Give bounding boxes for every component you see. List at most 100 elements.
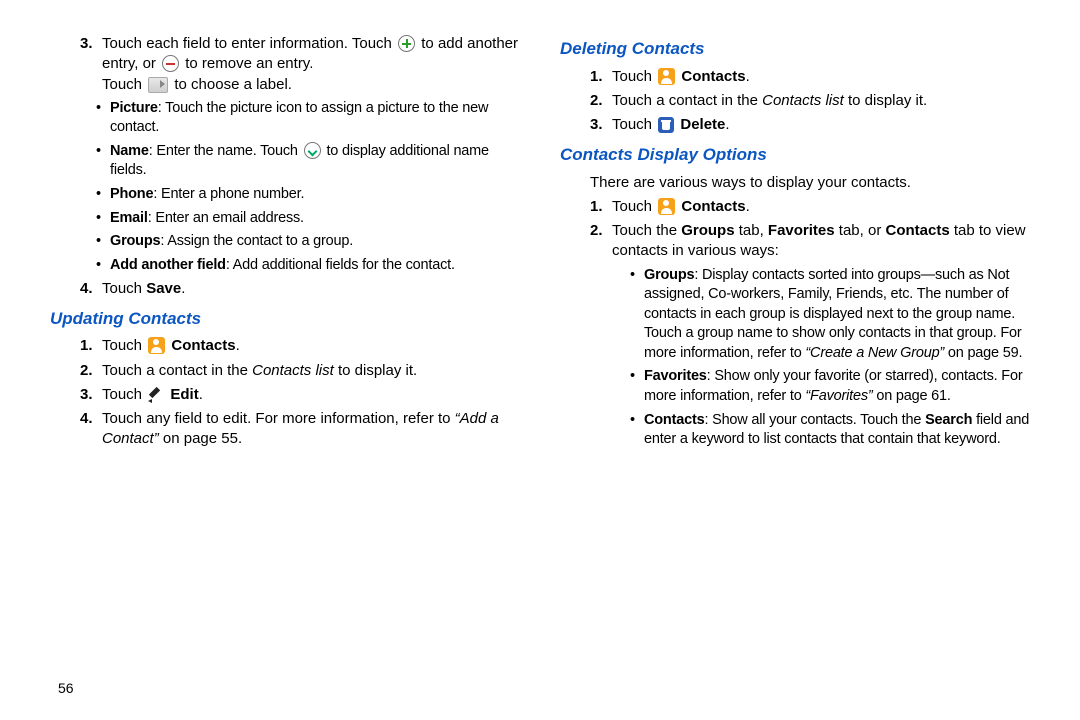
label: Contacts	[885, 222, 949, 239]
text: Touch	[102, 280, 146, 297]
bullet-name: •Name: Enter the name. Touch to display …	[96, 142, 520, 181]
text: Touch	[102, 337, 146, 354]
step-3: 3. Touch each field to enter information…	[80, 34, 520, 95]
bullet-phone: •Phone: Enter a phone number.	[96, 185, 520, 205]
intro-text: There are various ways to display your c…	[590, 173, 1030, 193]
text: to remove an entry.	[185, 55, 313, 72]
text: Touch the	[612, 222, 681, 239]
disp-step-1: 1. Touch Contacts.	[590, 197, 1030, 217]
step-num: 1.	[590, 197, 612, 217]
bullet-email: •Email: Enter an email address.	[96, 209, 520, 229]
label: Contacts	[171, 337, 235, 354]
bullet-groups: •Groups: Assign the contact to a group.	[96, 232, 520, 252]
label: Groups	[681, 222, 734, 239]
ref: “Favorites”	[805, 388, 872, 404]
step-num: 3.	[590, 115, 612, 135]
label: Picture	[110, 100, 158, 116]
text: Touch each field to enter information. T…	[102, 35, 396, 52]
delete-step-2: 2. Touch a contact in the Contacts list …	[590, 91, 1030, 111]
plus-icon	[398, 35, 415, 52]
text: .	[725, 116, 729, 133]
step-num: 3.	[80, 385, 102, 405]
step-body: Touch a contact in the Contacts list to …	[612, 91, 1030, 111]
step-num: 1.	[590, 67, 612, 87]
heading-deleting-contacts: Deleting Contacts	[560, 38, 1030, 61]
step-body: Touch Contacts.	[612, 197, 1030, 217]
label: Email	[110, 210, 148, 226]
text: .	[181, 280, 185, 297]
text: Touch	[612, 198, 656, 215]
bullet-add-field: •Add another field: Add additional field…	[96, 256, 520, 276]
contacts-icon	[658, 198, 675, 215]
step-body: Touch Delete.	[612, 115, 1030, 135]
update-step-4: 4. Touch any field to edit. For more inf…	[80, 409, 520, 450]
step-num: 2.	[590, 221, 612, 262]
text: tab, or	[835, 222, 886, 239]
label: Search	[925, 412, 972, 428]
step-num: 4.	[80, 409, 102, 450]
step-num: 2.	[80, 361, 102, 381]
label: Favorites	[768, 222, 835, 239]
emph: Contacts list	[762, 92, 844, 109]
label: Delete	[680, 116, 725, 133]
text: on page 55.	[159, 430, 242, 447]
text: : Show all your contacts. Touch the	[704, 412, 925, 428]
disp-bullet-contacts: •Contacts: Show all your contacts. Touch…	[630, 411, 1030, 450]
text: .	[746, 198, 750, 215]
label: Edit	[170, 386, 198, 403]
disp-step-2: 2. Touch the Groups tab, Favorites tab, …	[590, 221, 1030, 262]
right-column: Deleting Contacts 1. Touch Contacts. 2. …	[560, 30, 1030, 454]
update-step-1: 1. Touch Contacts.	[80, 336, 520, 356]
heading-updating-contacts: Updating Contacts	[50, 308, 520, 331]
label: Phone	[110, 186, 153, 202]
text: on page 59.	[944, 345, 1022, 361]
text: : Enter an email address.	[148, 210, 304, 226]
step-body: Touch the Groups tab, Favorites tab, or …	[612, 221, 1030, 262]
text: Touch	[612, 116, 656, 133]
text: : Assign the contact to a group.	[160, 233, 353, 249]
text: : Enter a phone number.	[153, 186, 304, 202]
text: Touch a contact in the	[612, 92, 762, 109]
label: Add another field	[110, 257, 226, 273]
text: on page 61.	[873, 388, 951, 404]
label: Save	[146, 280, 181, 297]
text: to display it.	[334, 362, 417, 379]
disp-bullet-favorites: •Favorites: Show only your favorite (or …	[630, 367, 1030, 406]
text: to display it.	[844, 92, 927, 109]
label: Groups	[110, 233, 160, 249]
step-body: Touch Edit.	[102, 385, 520, 405]
text: to choose a label.	[174, 76, 292, 93]
step-num: 4.	[80, 279, 102, 299]
step-body: Touch a contact in the Contacts list to …	[102, 361, 520, 381]
manual-page: 3. Touch each field to enter information…	[0, 0, 1080, 474]
step-body: Touch any field to edit. For more inform…	[102, 409, 520, 450]
delete-step-3: 3. Touch Delete.	[590, 115, 1030, 135]
text: to	[421, 35, 434, 52]
emph: Contacts list	[252, 362, 334, 379]
label: Contacts	[681, 68, 745, 85]
text: Touch	[102, 76, 146, 93]
step-body: Touch Contacts.	[102, 336, 520, 356]
page-number: 56	[58, 680, 74, 696]
text: Touch a contact in the	[102, 362, 252, 379]
disp-bullet-groups: •Groups: Display contacts sorted into gr…	[630, 266, 1030, 364]
minus-icon	[162, 55, 179, 72]
label: Name	[110, 143, 149, 159]
label: Groups	[644, 267, 694, 283]
label-dropdown-icon	[148, 77, 168, 93]
text: : Add additional fields for the contact.	[226, 257, 455, 273]
chevron-down-icon	[304, 142, 321, 159]
label: Favorites	[644, 368, 707, 384]
ref: “Create a New Group”	[805, 345, 944, 361]
left-column: 3. Touch each field to enter information…	[50, 30, 520, 454]
heading-display-options: Contacts Display Options	[560, 144, 1030, 167]
text: .	[199, 386, 203, 403]
step-body: Touch Save.	[102, 279, 520, 299]
step-num: 1.	[80, 336, 102, 356]
trash-icon	[658, 117, 674, 133]
step-4: 4. Touch Save.	[80, 279, 520, 299]
text: Touch	[102, 386, 146, 403]
text: .	[746, 68, 750, 85]
label: Contacts	[681, 198, 745, 215]
label: Contacts	[644, 412, 704, 428]
